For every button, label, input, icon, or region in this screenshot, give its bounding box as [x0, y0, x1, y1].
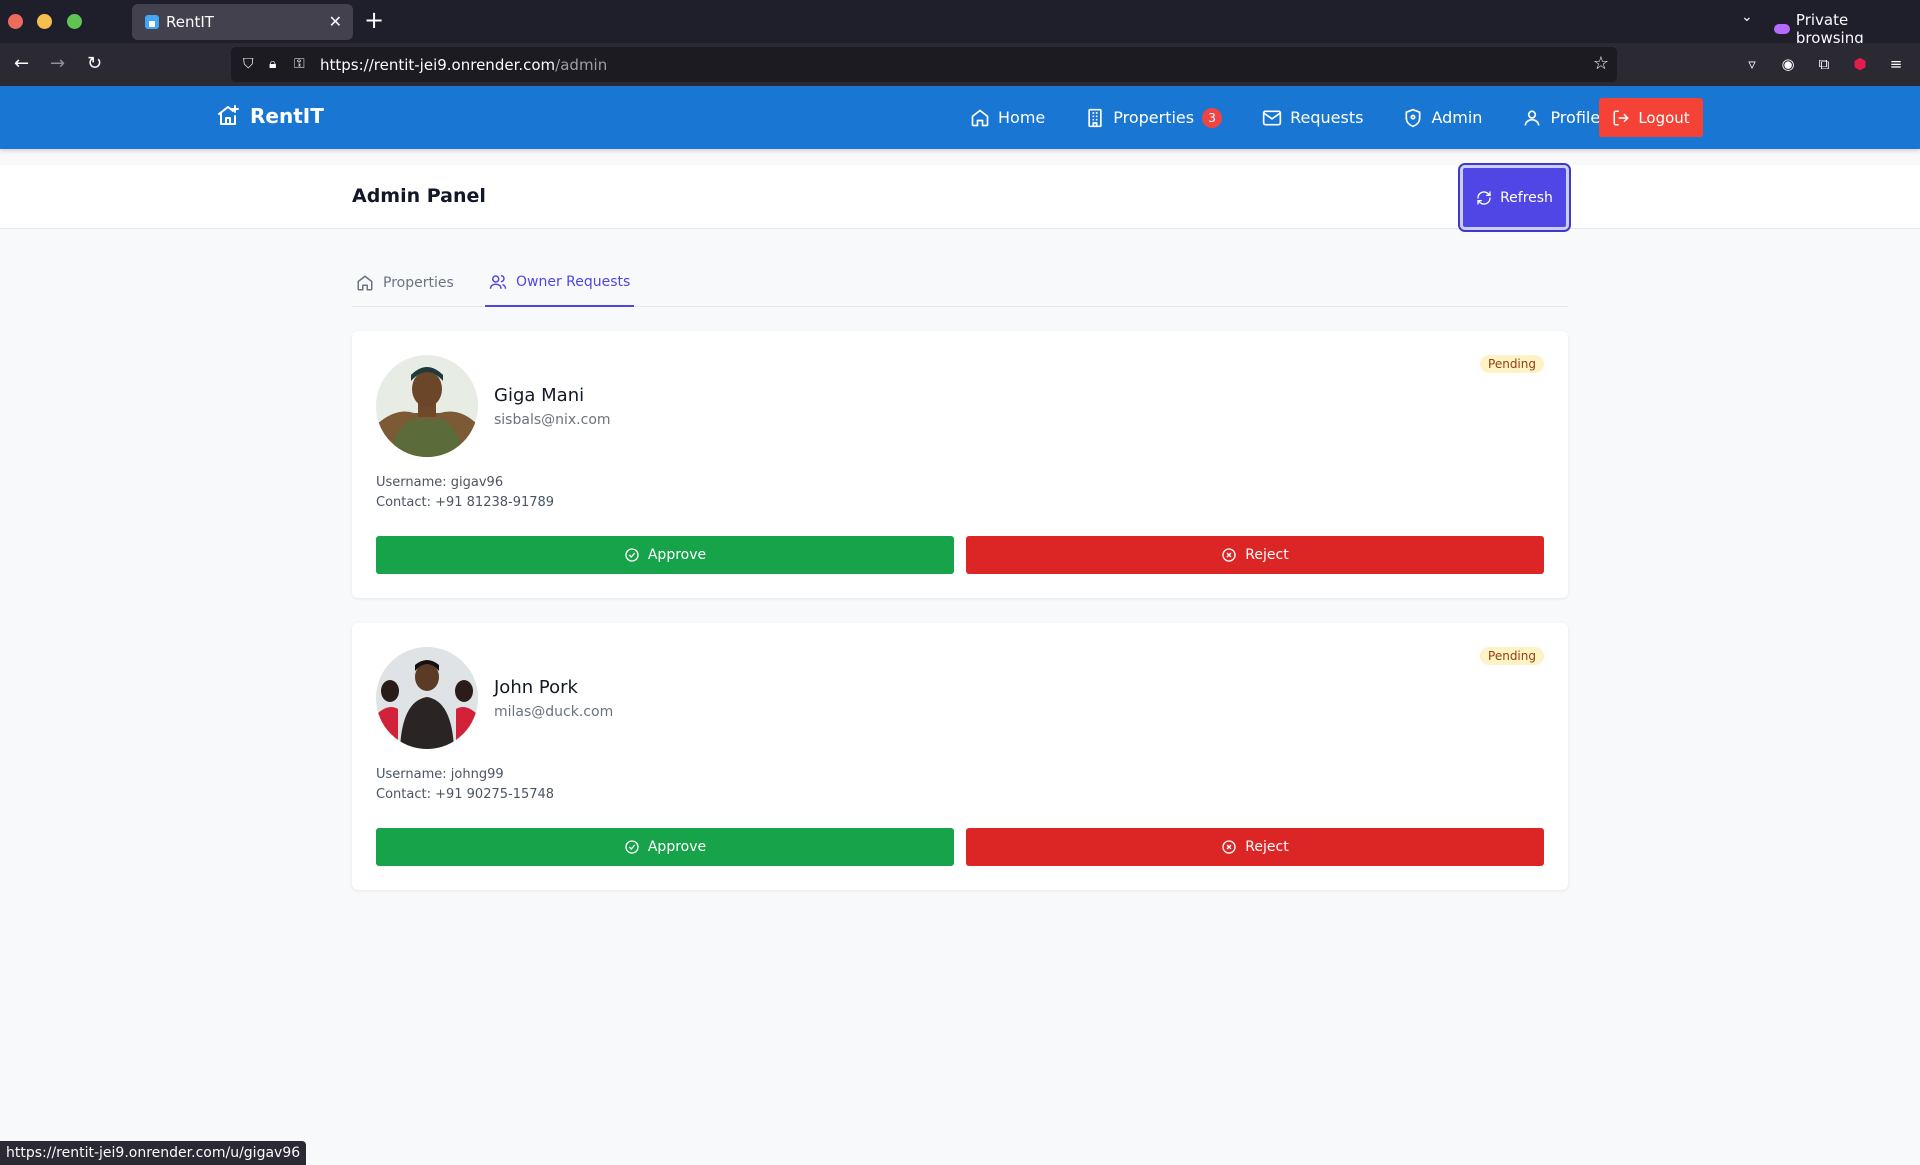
nav-admin[interactable]: Admin [1403, 108, 1482, 128]
properties-count-badge: 3 [1202, 107, 1223, 128]
chevron-down-icon[interactable]: ⌄ [1741, 9, 1753, 25]
pocket-icon[interactable]: ▿ [1743, 55, 1761, 73]
private-mask-icon [1774, 24, 1790, 34]
requester-email: milas@duck.com [494, 704, 614, 720]
mail-icon [1262, 110, 1282, 125]
tab-close-icon[interactable]: ✕ [329, 12, 342, 31]
reject-button[interactable]: Reject [966, 536, 1544, 574]
page-title: Admin Panel [352, 185, 486, 207]
requester-name: Giga Mani [494, 385, 585, 406]
check-circle-icon [625, 548, 639, 562]
owner-request-card: Giga Mani sisbals@nix.com Pending Userna… [352, 331, 1568, 598]
url-text[interactable]: https://rentit-jei9.onrender.com/admin [320, 56, 607, 74]
reject-button[interactable]: Reject [966, 828, 1544, 866]
status-badge: Pending [1480, 355, 1544, 373]
nav-profile-label: Profile [1550, 108, 1601, 127]
window-maximize-button[interactable] [67, 14, 82, 29]
menu-icon[interactable]: ≡ [1887, 55, 1905, 73]
status-badge: Pending [1480, 647, 1544, 665]
nav-properties[interactable]: Properties 3 [1085, 107, 1223, 128]
main-nav: Home Properties 3 Requests Admin Profile [970, 86, 1640, 149]
refresh-icon [1477, 190, 1491, 205]
app-header: RentIT Home Properties 3 Requests Admin … [0, 86, 1920, 149]
requester-username[interactable]: Username: gigav96 [376, 475, 503, 490]
approve-button[interactable]: Approve [376, 536, 954, 574]
key-icon[interactable]: ⚿ [294, 56, 305, 72]
nav-requests-label: Requests [1290, 108, 1364, 127]
building-icon [1088, 108, 1102, 127]
account-icon[interactable]: ◉ [1779, 55, 1797, 73]
forward-icon[interactable]: → [50, 53, 65, 75]
nav-home[interactable]: Home [970, 108, 1045, 128]
nav-admin-label: Admin [1431, 108, 1483, 127]
shield-outline-icon[interactable]: ⛉ [243, 56, 254, 72]
window-minimize-button[interactable] [37, 14, 52, 29]
owner-request-card: John Pork milas@duck.com Pending Usernam… [352, 623, 1568, 890]
requester-username[interactable]: Username: johng99 [376, 767, 504, 782]
tab-properties-label: Properties [383, 274, 454, 291]
nav-profile[interactable]: Profile [1522, 108, 1600, 128]
nav-home-label: Home [998, 108, 1046, 127]
requester-name: John Pork [494, 677, 578, 698]
x-circle-icon [1222, 840, 1236, 854]
x-circle-icon [1222, 548, 1236, 562]
avatar [376, 647, 478, 749]
favicon-icon [145, 15, 159, 29]
logout-button[interactable]: Logout [1599, 98, 1703, 137]
page-header: Admin Panel Refresh [0, 163, 1920, 232]
nav-properties-label: Properties [1113, 108, 1195, 127]
url-path: /admin [555, 56, 608, 74]
approve-button[interactable]: Approve [376, 828, 954, 866]
browser-tab-title: RentIT [166, 13, 214, 31]
user-icon [1524, 110, 1540, 126]
logout-icon [1613, 110, 1630, 125]
private-browsing-indicator: Private browsing [1774, 11, 1920, 47]
url-domain: https://rentit-jei9.onrender.com [320, 56, 556, 74]
brand-logo[interactable]: RentIT [216, 104, 324, 128]
approve-label: Approve [647, 839, 707, 855]
refresh-button[interactable]: Refresh [1458, 163, 1571, 232]
logout-label: Logout [1638, 108, 1690, 127]
requester-contact: Contact: +91 81238-91789 [376, 495, 555, 510]
check-circle-icon [625, 840, 639, 854]
link-preview-statusbar: https://rentit-jei9.onrender.com/u/gigav… [0, 1141, 307, 1165]
extensions-icon[interactable]: ⧉ [1815, 55, 1833, 73]
tab-owner-requests-label: Owner Requests [516, 273, 631, 290]
requester-email: sisbals@nix.com [494, 412, 611, 428]
users-icon [489, 274, 507, 289]
browser-tab[interactable]: RentIT ✕ [132, 4, 353, 40]
lock-icon[interactable]: 🔒︎ [269, 56, 276, 72]
approve-label: Approve [647, 547, 707, 563]
ublock-icon[interactable]: ⬢ [1851, 55, 1869, 73]
browser-toolbar: ← → ↻ ⛉ 🔒︎ ⚿ https://rentit-jei9.onrende… [0, 43, 1920, 86]
shield-icon [1405, 108, 1421, 127]
requester-contact: Contact: +91 90275-15748 [376, 787, 555, 802]
reload-icon[interactable]: ↻ [87, 53, 102, 75]
admin-tabs: Properties Owner Requests [352, 258, 1568, 307]
back-icon[interactable]: ← [14, 53, 29, 75]
reject-label: Reject [1245, 839, 1289, 855]
tab-properties[interactable]: Properties [352, 258, 458, 307]
refresh-label: Refresh [1500, 189, 1553, 206]
home-icon [971, 109, 989, 126]
house-plus-icon [218, 105, 239, 125]
tab-owner-requests[interactable]: Owner Requests [485, 258, 635, 307]
nav-requests[interactable]: Requests [1262, 108, 1363, 128]
reject-label: Reject [1245, 547, 1289, 563]
browser-tab-bar: RentIT ✕ + ⌄ Private browsing [0, 0, 1920, 47]
avatar [376, 355, 478, 457]
brand-name: RentIT [250, 104, 324, 128]
home-icon [357, 275, 373, 290]
private-browsing-label: Private browsing [1795, 11, 1864, 47]
url-bar[interactable]: ⛉ 🔒︎ ⚿ https://rentit-jei9.onrender.com/… [231, 47, 1617, 82]
new-tab-button[interactable]: + [364, 7, 384, 33]
window-close-button[interactable] [8, 14, 23, 29]
bookmark-star-icon[interactable]: ☆ [1593, 53, 1609, 74]
